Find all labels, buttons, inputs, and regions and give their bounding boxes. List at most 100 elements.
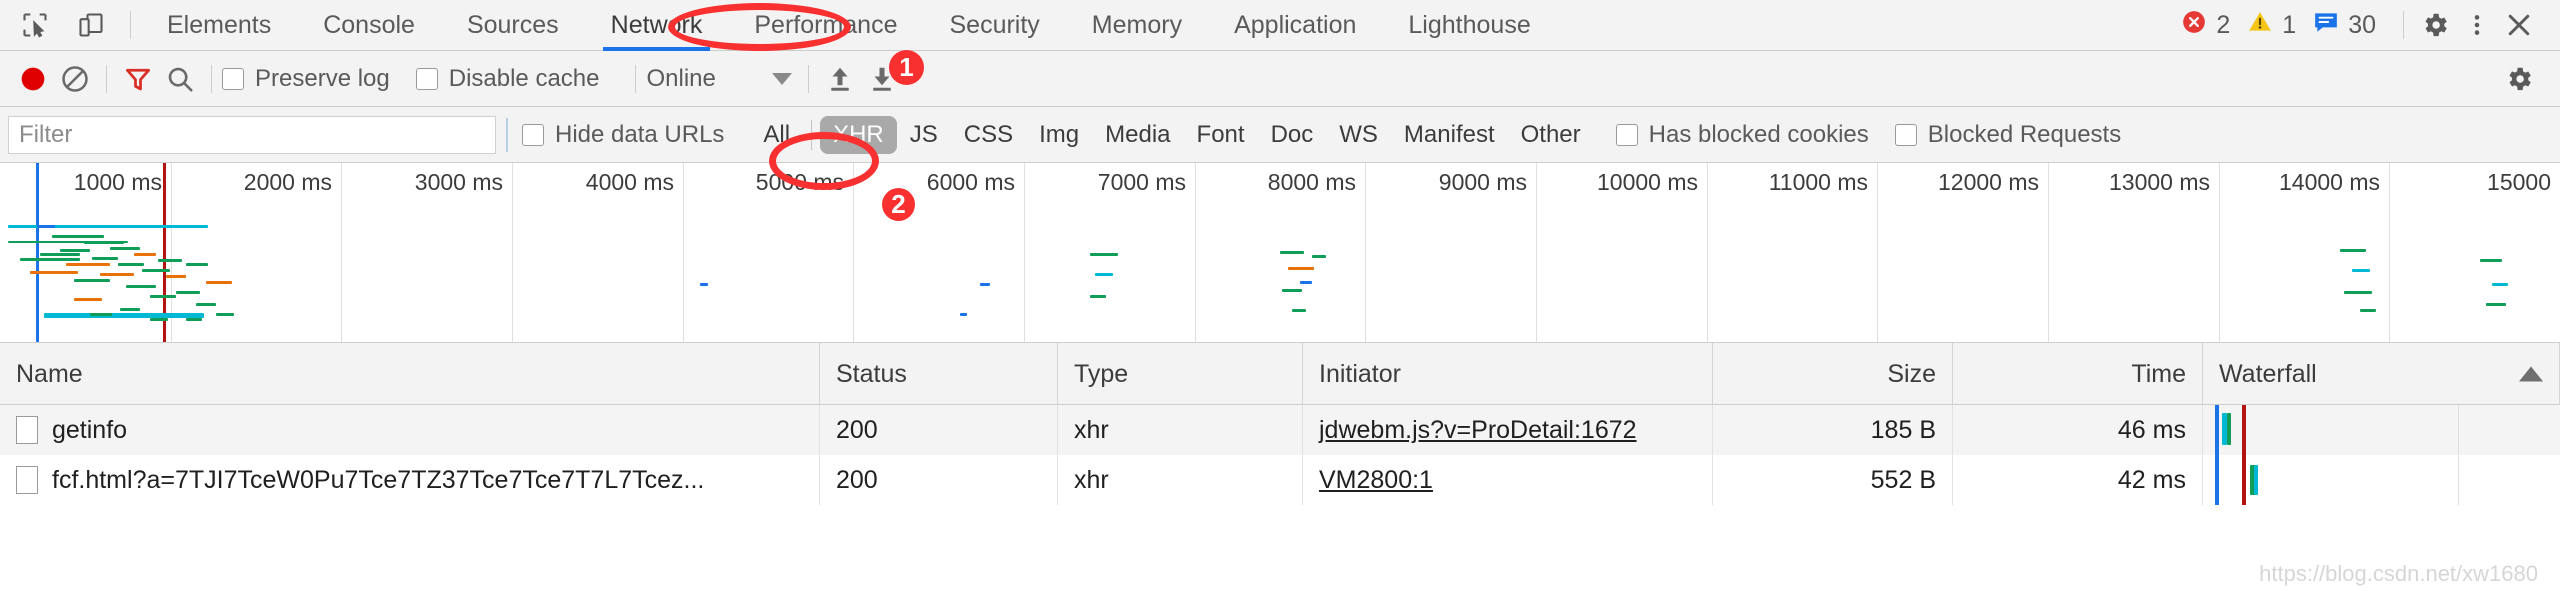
filter-type-css[interactable]: CSS xyxy=(951,116,1026,154)
column-header-waterfall[interactable]: Waterfall xyxy=(2203,342,2560,405)
overview-tick xyxy=(1365,163,1366,342)
overview-request-band xyxy=(980,283,990,286)
device-toolbar-icon[interactable] xyxy=(70,5,112,45)
tab-lighthouse-label: Lighthouse xyxy=(1408,10,1531,39)
tab-application[interactable]: Application xyxy=(1208,0,1382,51)
warning-counter[interactable]: 1 xyxy=(2247,9,2296,42)
error-counter[interactable]: 2 xyxy=(2181,9,2230,42)
cell-name[interactable]: fcf.html?a=7TJI7TceW0Pu7Tce7TZ37Tce7Tce7… xyxy=(0,455,820,505)
gear-icon[interactable] xyxy=(2414,5,2456,45)
waterfall-gridline xyxy=(2458,455,2459,505)
message-counter[interactable]: 30 xyxy=(2313,9,2376,42)
overview-request-band xyxy=(960,313,967,316)
tab-sources-label: Sources xyxy=(466,10,559,39)
blocked-requests-checkbox[interactable]: Blocked Requests xyxy=(1894,121,2121,149)
filter-type-js[interactable]: JS xyxy=(897,116,951,154)
search-icon[interactable] xyxy=(159,59,201,99)
overview-request-band xyxy=(74,298,102,301)
panel-tabs: Elements Console Sources Network Perform… xyxy=(141,0,1557,51)
initiator-link[interactable]: VM2800:1 xyxy=(1319,466,1433,494)
waterfall-wait-bar xyxy=(2254,465,2258,495)
preserve-log-label: Preserve log xyxy=(255,64,390,92)
overview-tick xyxy=(1536,163,1537,342)
tab-console[interactable]: Console xyxy=(297,0,441,51)
overview-request-band xyxy=(700,283,708,286)
search-input[interactable] xyxy=(8,115,496,154)
overview-request-band xyxy=(176,291,200,294)
overview-tick-label: 5000 ms xyxy=(755,169,844,195)
preserve-log-box[interactable] xyxy=(222,67,244,90)
table-row[interactable]: getinfo 200 xhr jdwebm.js?v=ProDetail:16… xyxy=(0,405,2560,455)
column-header-type[interactable]: Type xyxy=(1058,342,1303,405)
tab-lighthouse[interactable]: Lighthouse xyxy=(1382,0,1556,51)
has-blocked-cookies-checkbox[interactable]: Has blocked cookies xyxy=(1615,121,1869,149)
cell-initiator[interactable]: jdwebm.js?v=ProDetail:1672 xyxy=(1303,405,1713,455)
more-vertical-icon[interactable] xyxy=(2456,5,2498,45)
filter-type-divider xyxy=(811,119,813,150)
waterfall-load-line xyxy=(2242,405,2246,455)
filter-type-other-label: Other xyxy=(1520,120,1581,148)
request-name-label: getinfo xyxy=(52,416,128,444)
watermark: https://blog.csdn.net/xw1680 xyxy=(2259,561,2538,586)
tab-network-label: Network xyxy=(610,10,703,39)
tab-elements[interactable]: Elements xyxy=(141,0,297,51)
filter-type-all[interactable]: All xyxy=(750,116,803,154)
filter-type-doc[interactable]: Doc xyxy=(1258,116,1327,154)
overview-request-band xyxy=(90,313,112,316)
filter-type-font[interactable]: Font xyxy=(1184,116,1258,154)
overview-request-band xyxy=(2360,309,2376,312)
toolbar-divider-3 xyxy=(635,64,637,93)
overview-request-band xyxy=(1292,309,1306,312)
filter-type-other[interactable]: Other xyxy=(1508,116,1594,154)
record-button-icon[interactable] xyxy=(12,59,54,99)
tab-performance[interactable]: Performance xyxy=(728,0,923,51)
initiator-link[interactable]: jdwebm.js?v=ProDetail:1672 xyxy=(1319,416,1637,444)
dom-content-loaded-marker xyxy=(36,163,39,342)
has-blocked-cookies-box[interactable] xyxy=(1615,123,1638,146)
hide-data-urls-checkbox[interactable]: Hide data URLs xyxy=(522,121,724,149)
hide-data-urls-box[interactable] xyxy=(522,123,544,146)
column-header-initiator[interactable]: Initiator xyxy=(1303,342,1713,405)
filter-funnel-icon[interactable] xyxy=(117,59,159,99)
filter-type-all-label: All xyxy=(763,120,791,148)
filter-type-xhr[interactable]: XHR xyxy=(820,115,897,154)
filter-type-manifest[interactable]: Manifest xyxy=(1391,116,1508,154)
tab-network[interactable]: Network xyxy=(585,0,729,51)
cell-initiator[interactable]: VM2800:1 xyxy=(1303,455,1713,505)
filter-type-img[interactable]: Img xyxy=(1026,116,1092,154)
overview-tick xyxy=(2389,163,2390,342)
table-row[interactable]: fcf.html?a=7TJI7TceW0Pu7Tce7TZ37Tce7Tce7… xyxy=(0,455,2560,505)
blocked-requests-box[interactable] xyxy=(1894,123,1917,146)
column-header-time-label: Time xyxy=(2131,359,2186,388)
network-overview-timeline[interactable]: 1000 ms 2000 ms 3000 ms 4000 ms 5000 ms 6000 … xyxy=(0,163,2560,343)
filter-type-media[interactable]: Media xyxy=(1092,116,1183,154)
network-settings-gear-icon[interactable] xyxy=(2498,59,2540,99)
tab-sources[interactable]: Sources xyxy=(441,0,585,51)
tab-memory[interactable]: Memory xyxy=(1066,0,1208,51)
overview-request-band xyxy=(1312,255,1326,258)
close-icon[interactable] xyxy=(2498,5,2540,45)
preserve-log-checkbox[interactable]: Preserve log xyxy=(222,65,390,93)
inspect-element-icon[interactable] xyxy=(14,5,56,45)
import-har-icon[interactable] xyxy=(819,59,861,99)
tab-security[interactable]: Security xyxy=(923,0,1065,51)
disable-cache-box[interactable] xyxy=(415,67,438,90)
cell-type: xhr xyxy=(1058,455,1303,505)
column-header-status[interactable]: Status xyxy=(820,342,1058,405)
overview-request-band xyxy=(210,281,224,284)
overview-tick xyxy=(683,163,684,342)
column-header-name[interactable]: Name xyxy=(0,342,820,405)
waterfall-gridline xyxy=(2458,405,2459,455)
column-header-time[interactable]: Time xyxy=(1953,342,2203,405)
clear-icon[interactable] xyxy=(54,59,96,99)
throttling-select[interactable]: Online xyxy=(646,65,797,93)
cell-name[interactable]: getinfo xyxy=(0,405,820,455)
filter-type-ws[interactable]: WS xyxy=(1326,116,1391,154)
overview-request-band xyxy=(2340,249,2366,252)
column-header-size[interactable]: Size xyxy=(1713,342,1953,405)
overview-request-band xyxy=(1288,267,1314,270)
overview-request-band xyxy=(150,318,168,321)
overview-tick-label: 14000 ms xyxy=(2278,169,2380,195)
export-har-icon[interactable] xyxy=(861,59,903,99)
disable-cache-checkbox[interactable]: Disable cache xyxy=(415,65,599,93)
